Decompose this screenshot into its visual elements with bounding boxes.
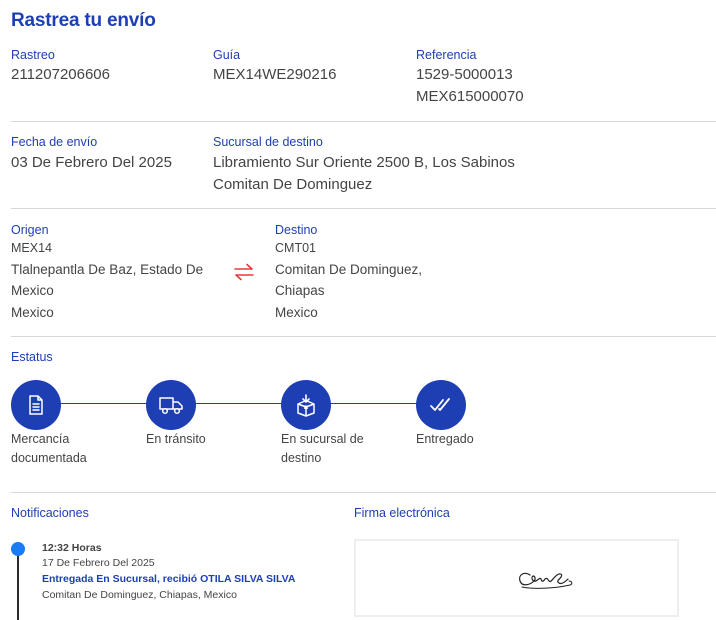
- status-progress-track: [36, 403, 442, 404]
- step-en-transito: [146, 380, 196, 430]
- sucursal-destino-line-2: Comitan De Dominguez: [213, 176, 373, 193]
- notification-status: Entregada En Sucursal, recibió OTILA SIL…: [42, 573, 296, 585]
- step-label-mercancia: Mercancía documentada: [11, 430, 87, 467]
- origen-city: Tlalnepantla De Baz, Estado De: [11, 262, 204, 277]
- firma-electronica-label: Firma electrónica: [354, 506, 450, 520]
- notificaciones-label: Notificaciones: [11, 506, 89, 520]
- notification-time: 12:32 Horas: [42, 542, 102, 554]
- origen-state: Mexico: [11, 283, 54, 298]
- step-mercancia-documentada: [11, 380, 61, 430]
- fecha-envio-value: 03 De Febrero Del 2025: [11, 154, 172, 171]
- destino-state: Chiapas: [275, 283, 325, 298]
- origen-country: Mexico: [11, 305, 54, 320]
- swap-arrows-icon: [234, 263, 254, 281]
- destino-label: Destino: [275, 223, 318, 237]
- destino-code: CMT01: [275, 241, 316, 255]
- page-title: Rastrea tu envío: [11, 10, 156, 31]
- package-icon: [297, 394, 315, 417]
- step-label-line: En sucursal de: [281, 432, 364, 446]
- fecha-envio-label: Fecha de envío: [11, 135, 98, 149]
- rastreo-label: Rastreo: [11, 48, 55, 62]
- guia-label: Guía: [213, 48, 241, 62]
- origen-label: Origen: [11, 223, 49, 237]
- timeline-dot: [11, 542, 25, 556]
- signature-image: [519, 572, 573, 589]
- step-entregado: [416, 380, 466, 430]
- divider: [11, 336, 716, 337]
- step-label-transito: En tránsito: [146, 430, 206, 449]
- referencia-value-2: MEX615000070: [416, 88, 524, 105]
- notification-timeline: [17, 549, 19, 620]
- rastreo-value: 211207206606: [11, 66, 110, 83]
- document-icon: [29, 395, 43, 415]
- notification-location: Comitan De Dominguez, Chiapas, Mexico: [42, 589, 237, 601]
- truck-icon: [159, 397, 183, 415]
- step-label-line: destino: [281, 450, 322, 465]
- sucursal-destino-line-1: Libramiento Sur Oriente 2500 B, Los Sabi…: [213, 154, 515, 171]
- step-label-entregado: Entregado: [416, 430, 474, 449]
- sucursal-destino-label: Sucursal de destino: [213, 135, 323, 149]
- notification-date: 17 De Febrero Del 2025: [42, 557, 155, 569]
- double-check-icon: [430, 398, 450, 411]
- step-label-line: Mercancía: [11, 432, 70, 446]
- divider: [11, 121, 716, 122]
- step-label-line: documentada: [11, 450, 87, 465]
- step-label-line: Entregado: [416, 432, 474, 446]
- destino-country: Mexico: [275, 305, 318, 320]
- referencia-label: Referencia: [416, 48, 477, 62]
- signature-box: [354, 539, 679, 617]
- step-label-line: En tránsito: [146, 432, 206, 446]
- guia-value: MEX14WE290216: [213, 66, 337, 83]
- step-label-sucursal: En sucursal de destino: [281, 430, 364, 467]
- step-en-sucursal-destino: [281, 380, 331, 430]
- divider: [11, 492, 716, 493]
- divider: [11, 208, 716, 209]
- destino-city: Comitan De Dominguez,: [275, 262, 423, 277]
- estatus-label: Estatus: [11, 350, 53, 364]
- origen-code: MEX14: [11, 241, 52, 255]
- referencia-value-1: 1529-5000013: [416, 66, 513, 83]
